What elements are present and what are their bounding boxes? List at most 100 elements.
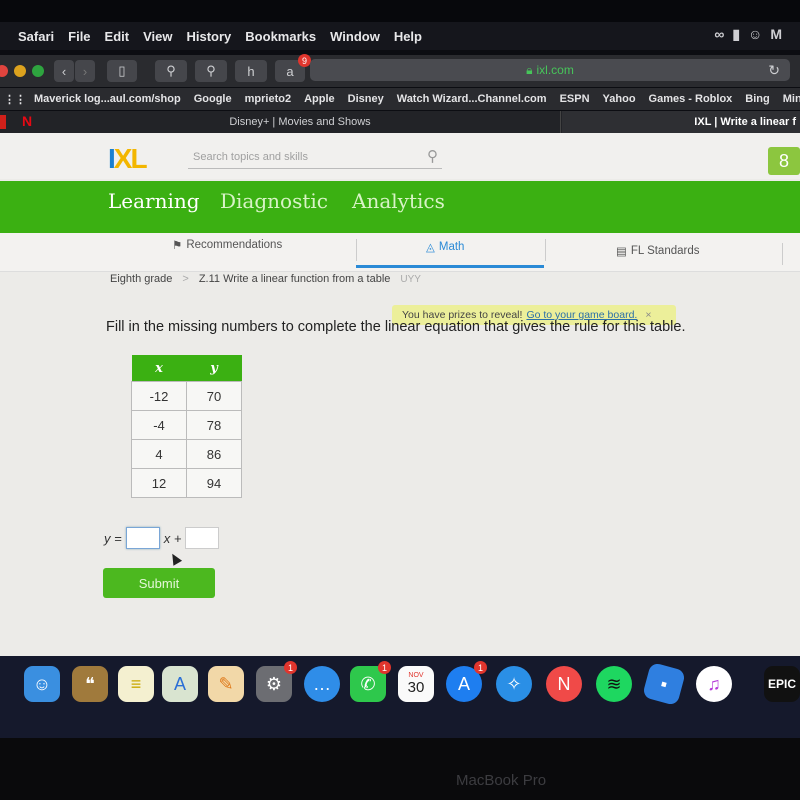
bookmark-item[interactable]: Watch Wizard...Channel.com (397, 93, 547, 105)
search-input[interactable]: Search topics and skills ⚲ (188, 145, 442, 169)
smiley-icon[interactable]: ☺ (748, 26, 762, 43)
subnav-fl-standards[interactable]: ▤ FL Standards (616, 244, 700, 258)
intercept-input[interactable] (185, 527, 220, 549)
roblox-icon[interactable]: ▪ (641, 661, 687, 707)
honey-extension-icon[interactable]: h (235, 60, 267, 82)
bookmark-item[interactable]: Bing (745, 93, 769, 105)
menu-view[interactable]: View (143, 29, 172, 44)
notes-icon[interactable]: ≡ (118, 666, 154, 702)
minimize-window-button[interactable] (14, 65, 26, 77)
notification-badge: 1 (284, 661, 297, 674)
menu-app-name[interactable]: Safari (18, 29, 54, 44)
table-row: 4 86 (131, 439, 242, 469)
tab-ixl[interactable]: IXL | Write a linear f (562, 111, 800, 133)
bookmark-item[interactable]: Google (194, 93, 232, 105)
macbook-label: MacBook Pro (456, 772, 547, 789)
skill-code: UYY (400, 273, 421, 285)
bookmark-item[interactable]: Minecraft.msi.exe (783, 93, 800, 105)
bookmark-item[interactable]: Games - Roblox (649, 93, 733, 105)
table-header-row: x y (131, 355, 242, 382)
messages-icon[interactable]: … (304, 666, 340, 702)
notification-badge: 1 (474, 661, 487, 674)
cup-icon[interactable]: ▮ (732, 26, 740, 43)
app-store-icon[interactable]: A1 (446, 661, 487, 702)
cell-y: 78 (186, 410, 242, 440)
table-row: -12 70 (131, 381, 242, 411)
forward-button[interactable]: › (75, 60, 95, 82)
breadcrumb-grade[interactable]: Eighth grade (110, 273, 172, 285)
search-icon[interactable]: ⚲ (427, 147, 438, 165)
pinned-tab-icon[interactable] (0, 115, 6, 129)
amazon-extension-icon[interactable]: a9 (275, 54, 311, 82)
header-x: x (131, 355, 187, 382)
nav-analytics[interactable]: Analytics (352, 189, 445, 213)
slope-input[interactable] (125, 527, 160, 549)
back-button[interactable]: ‹ (54, 60, 74, 82)
epic-games-icon[interactable]: EPIC (764, 666, 800, 702)
dock: ☺ ❝ ≡ A ✎ ⚙ 1 … ✆ 1 NOV 30 A1 ✧ N ≋ ▪ ♫ EPI… (0, 656, 800, 738)
sidebar-toggle-icon[interactable]: ▯ (107, 60, 137, 82)
mouse-cursor-icon (167, 551, 183, 566)
tab-title: Disney+ | Movies and Shows (229, 116, 371, 128)
submit-button[interactable]: Submit (103, 568, 215, 598)
header-y: y (186, 355, 242, 382)
bookmark-item[interactable]: Maverick log...aul.com/shop (34, 93, 181, 105)
divider (356, 239, 357, 261)
reload-icon[interactable]: ↻ (768, 62, 780, 79)
system-preferences-icon[interactable]: ⚙ 1 (256, 661, 297, 702)
cell-x: 12 (131, 468, 187, 498)
bookmarks-bar: ⋮⋮ Maverick log...aul.com/shop Google mp… (0, 88, 800, 110)
mac-menubar: Safari File Edit View History Bookmarks … (0, 22, 800, 50)
facetime-icon[interactable]: ✆ 1 (350, 661, 391, 702)
search-extension-icon[interactable]: ⚲ (155, 60, 187, 82)
pages-icon[interactable]: ✎ (208, 666, 244, 702)
cell-x: -12 (131, 381, 187, 411)
close-window-button[interactable] (0, 65, 8, 77)
finder-icon[interactable]: ☺ (24, 666, 60, 702)
ixl-logo[interactable]: IXL (108, 143, 148, 175)
mail-icon[interactable]: M (770, 26, 782, 43)
calendar-month: NOV (408, 672, 424, 679)
table-row: 12 94 (131, 468, 242, 498)
table-row: -4 78 (131, 410, 242, 440)
nav-diagnostic[interactable]: Diagnostic (220, 189, 328, 213)
magnifier-extension-icon[interactable]: ⚲ (195, 60, 227, 82)
tab-title: IXL | Write a linear f (694, 116, 796, 128)
subnav-recommendations[interactable]: ⚑ Recommendations (172, 238, 282, 252)
tab-disney[interactable]: Disney+ | Movies and Shows (40, 111, 561, 133)
calendar-day: 30 (407, 679, 425, 696)
netflix-pinned-tab-icon[interactable]: N (22, 113, 32, 129)
lock-icon: 🔒︎ (526, 62, 533, 77)
safari-toolbar: ‹ › ▯ ⚲ ⚲ h a9 🔒︎ ixl.com ↻ (0, 54, 800, 87)
itunes-icon[interactable]: ♫ (696, 666, 732, 702)
bookmark-item[interactable]: Yahoo (603, 93, 636, 105)
equation: y = x + (104, 527, 220, 549)
menu-bookmarks[interactable]: Bookmarks (245, 29, 316, 44)
bookmark-item[interactable]: Disney (348, 93, 384, 105)
news-icon[interactable]: N (546, 666, 582, 702)
grid-icon[interactable]: ⋮⋮ (4, 93, 26, 106)
menu-help[interactable]: Help (394, 29, 422, 44)
menu-window[interactable]: Window (330, 29, 380, 44)
calendar-icon[interactable]: NOV 30 (398, 666, 434, 702)
menu-edit[interactable]: Edit (105, 29, 130, 44)
subnav-math[interactable]: ◬ Math (426, 240, 464, 254)
cell-y: 70 (186, 381, 242, 411)
zoom-window-button[interactable] (32, 65, 44, 77)
address-bar[interactable]: 🔒︎ ixl.com ↻ (310, 59, 790, 81)
bookmark-item[interactable]: Apple (304, 93, 335, 105)
tab-bar: N Disney+ | Movies and Shows IXL | Write… (0, 111, 800, 133)
breadcrumb-skill: Z.11 Write a linear function from a tabl… (198, 273, 391, 285)
nav-learning[interactable]: Learning (108, 189, 200, 213)
creative-cloud-icon[interactable]: ∞ (714, 26, 724, 43)
maps-icon[interactable]: A (162, 666, 198, 702)
user-account-icon[interactable]: 8 (768, 147, 800, 175)
ixl-page: IXL Search topics and skills ⚲ 8 Learnin… (0, 133, 800, 658)
contacts-icon[interactable]: ❝ (72, 666, 108, 702)
safari-icon[interactable]: ✧ (496, 666, 532, 702)
bookmark-item[interactable]: mprieto2 (245, 93, 291, 105)
bookmark-item[interactable]: ESPN (560, 93, 590, 105)
spotify-icon[interactable]: ≋ (596, 666, 632, 702)
menu-history[interactable]: History (187, 29, 232, 44)
menu-file[interactable]: File (68, 29, 90, 44)
